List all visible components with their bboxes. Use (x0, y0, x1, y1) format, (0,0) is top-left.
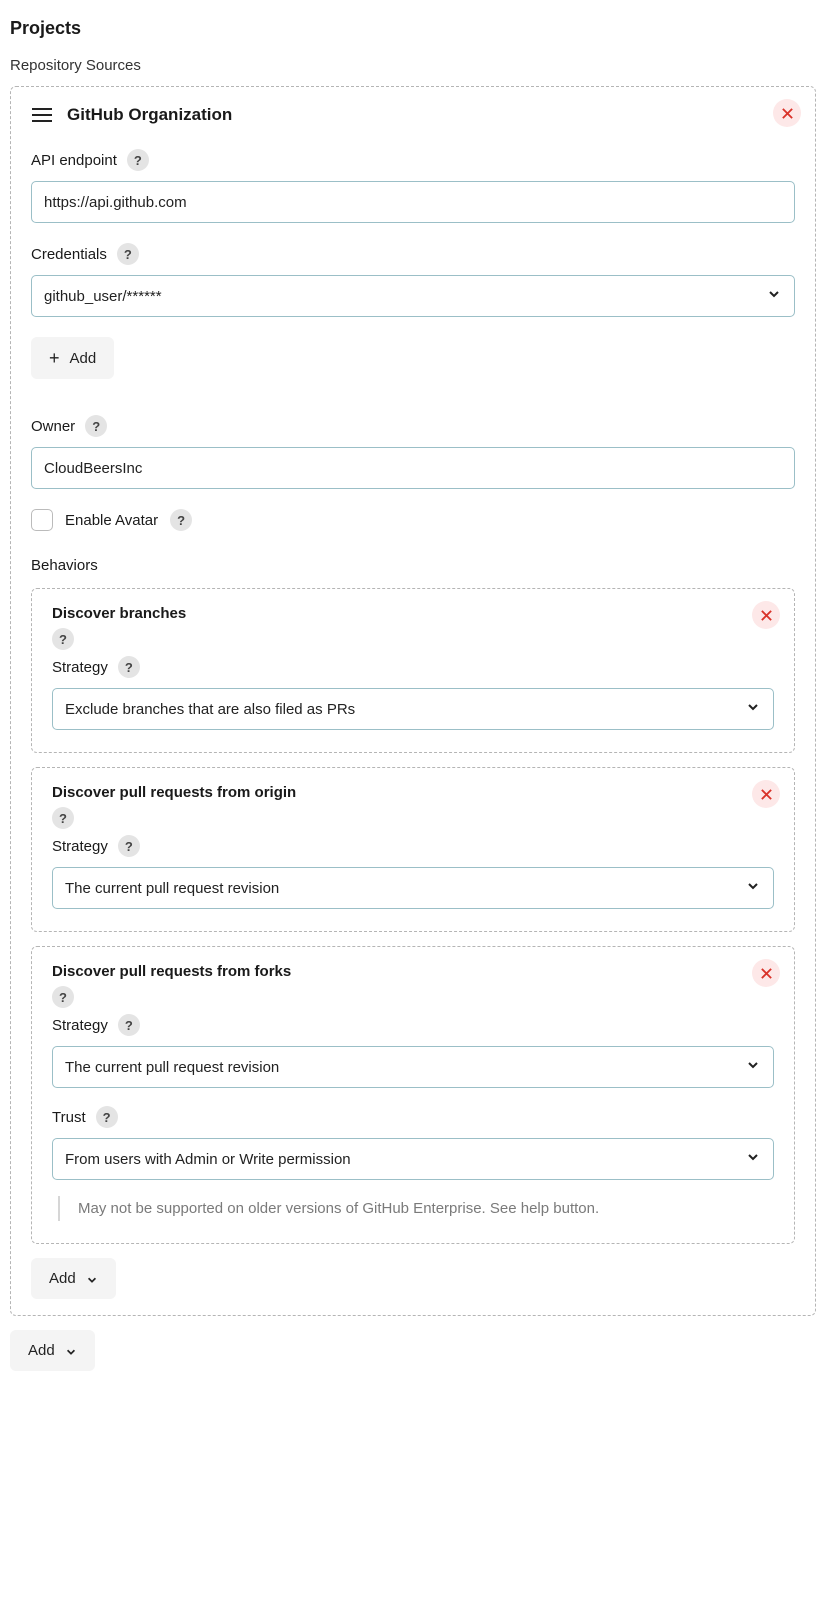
help-icon[interactable]: ? (170, 509, 192, 531)
help-icon[interactable]: ? (52, 986, 74, 1008)
chevron-down-icon (65, 1345, 77, 1357)
help-icon[interactable]: ? (96, 1106, 118, 1128)
plus-icon: + (49, 349, 60, 367)
source-title: GitHub Organization (67, 105, 232, 125)
add-source-button[interactable]: Add (10, 1330, 95, 1371)
behaviors-label: Behaviors (31, 557, 795, 574)
behavior-item: Discover branches ? Strategy ? Exclude b… (31, 588, 795, 753)
help-icon[interactable]: ? (52, 807, 74, 829)
strategy-label: Strategy (52, 659, 108, 676)
trust-select[interactable]: From users with Admin or Write permissio… (52, 1138, 774, 1180)
help-icon[interactable]: ? (118, 656, 140, 678)
strategy-label: Strategy (52, 838, 108, 855)
owner-input[interactable] (31, 447, 795, 489)
repository-source-item: GitHub Organization API endpoint ? Crede… (10, 86, 816, 1316)
remove-source-button[interactable] (773, 99, 801, 127)
add-source-label: Add (28, 1342, 55, 1359)
close-icon (760, 967, 773, 980)
enable-avatar-checkbox[interactable] (31, 509, 53, 531)
help-icon[interactable]: ? (85, 415, 107, 437)
enable-avatar-label: Enable Avatar (65, 512, 158, 529)
page-title: Projects (10, 18, 816, 39)
help-icon[interactable]: ? (118, 1014, 140, 1036)
add-credentials-button[interactable]: + Add (31, 337, 114, 379)
chevron-down-icon (86, 1273, 98, 1285)
add-behavior-button[interactable]: Add (31, 1258, 116, 1299)
behavior-item: Discover pull requests from forks ? Stra… (31, 946, 795, 1244)
credentials-select[interactable]: github_user/****** (31, 275, 795, 317)
credentials-label: Credentials (31, 246, 107, 263)
add-behavior-label: Add (49, 1270, 76, 1287)
strategy-select[interactable]: Exclude branches that are also filed as … (52, 688, 774, 730)
close-icon (781, 107, 794, 120)
repository-sources-label: Repository Sources (10, 57, 816, 74)
help-icon[interactable]: ? (127, 149, 149, 171)
strategy-label: Strategy (52, 1017, 108, 1034)
help-icon[interactable]: ? (117, 243, 139, 265)
remove-behavior-button[interactable] (752, 601, 780, 629)
strategy-select[interactable]: The current pull request revision (52, 867, 774, 909)
close-icon (760, 609, 773, 622)
behavior-title: Discover branches (52, 605, 186, 622)
owner-label: Owner (31, 418, 75, 435)
drag-handle-icon[interactable] (31, 107, 53, 123)
trust-note: May not be supported on older versions o… (58, 1196, 774, 1221)
strategy-select[interactable]: The current pull request revision (52, 1046, 774, 1088)
add-credentials-label: Add (70, 350, 97, 367)
behavior-title: Discover pull requests from forks (52, 963, 291, 980)
behavior-title: Discover pull requests from origin (52, 784, 296, 801)
help-icon[interactable]: ? (118, 835, 140, 857)
trust-label: Trust (52, 1109, 86, 1126)
remove-behavior-button[interactable] (752, 959, 780, 987)
remove-behavior-button[interactable] (752, 780, 780, 808)
api-endpoint-label: API endpoint (31, 152, 117, 169)
close-icon (760, 788, 773, 801)
behavior-item: Discover pull requests from origin ? Str… (31, 767, 795, 932)
api-endpoint-input[interactable] (31, 181, 795, 223)
help-icon[interactable]: ? (52, 628, 74, 650)
